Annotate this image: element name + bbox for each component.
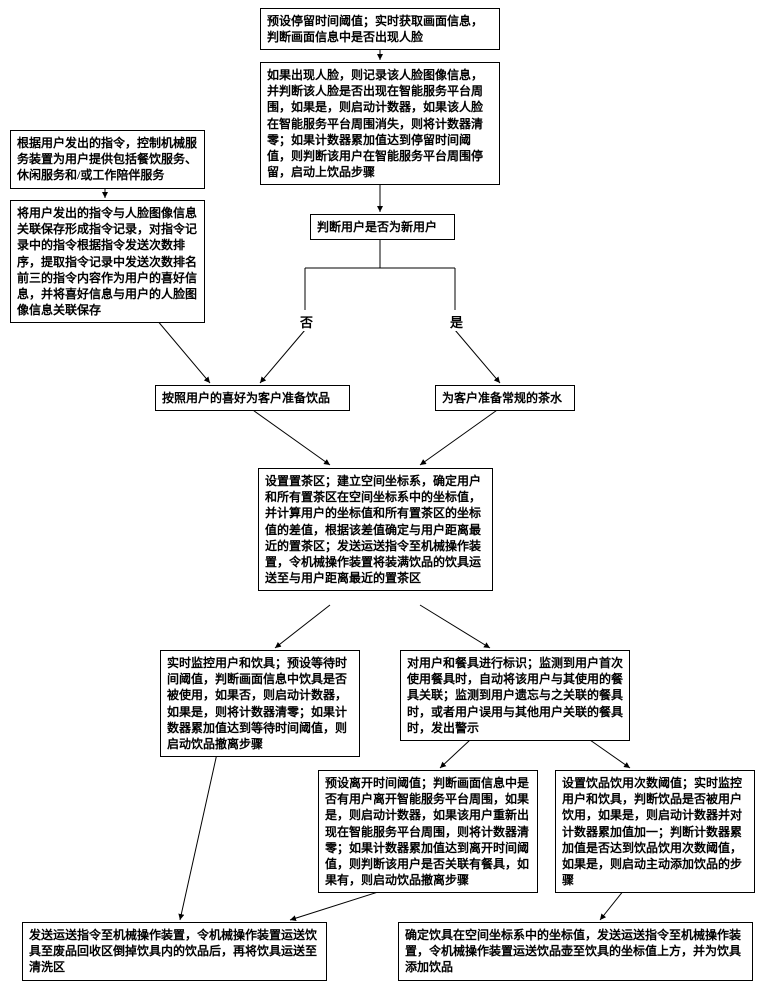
node-preset-stay-threshold: 预设停留时间阈值；实时获取画面信息，判断画面信息中是否出现人脸 xyxy=(260,8,500,50)
node-leave-threshold: 预设离开时间阈值；判断画面信息中是否有用户离开智能服务平台周围，如果是，则启动计… xyxy=(318,770,538,893)
node-refill-drink: 确定饮具在空间坐标系中的坐标值，发送运送指令至机械操作装置，令机械操作装置运送饮… xyxy=(398,922,753,981)
label-no: 否 xyxy=(298,312,315,331)
node-record-preferences: 将用户发出的指令与人脸图像信息关联保存形成指令记录，对指令记录中的指令根据指令发… xyxy=(10,200,205,323)
node-control-mech-service: 根据用户发出的指令，控制机械服务装置为用户提供包括餐饮服务、休闲服务和/或工作陪… xyxy=(10,130,205,189)
node-tag-user-utensil: 对用户和餐具进行标识；监测到用户首次使用餐具时，自动将该用户与其使用的餐具关联；… xyxy=(400,650,630,741)
node-is-new-user: 判断用户是否为新用户 xyxy=(310,214,455,240)
node-monitor-wait-threshold: 实时监控用户和饮具；预设等待时间阈值，判断画面信息中饮具是否被使用，如果否，则启… xyxy=(160,650,360,757)
node-dispose-and-wash: 发送运送指令至机械操作装置，令机械操作装置运送饮具至废品回收区倒掉饮具内的饮品后… xyxy=(22,922,327,981)
label-yes: 是 xyxy=(448,312,465,331)
node-prepare-regular-tea: 为客户准备常规的茶水 xyxy=(435,385,575,411)
node-face-detect-process: 如果出现人脸，则记录该人脸图像信息，并判断该人脸是否出现在智能服务平台周围，如果… xyxy=(260,62,500,185)
node-prepare-by-preference: 按照用户的喜好为客户准备饮品 xyxy=(155,385,350,411)
node-setup-tea-zone: 设置置茶区；建立空间坐标系，确定用户和所有置茶区在空间坐标系中的坐标值，并计算用… xyxy=(258,468,493,591)
node-drink-count-threshold: 设置饮品饮用次数阈值；实时监控用户和饮具，判断饮品是否被用户饮用，如果是，则启动… xyxy=(555,770,755,893)
